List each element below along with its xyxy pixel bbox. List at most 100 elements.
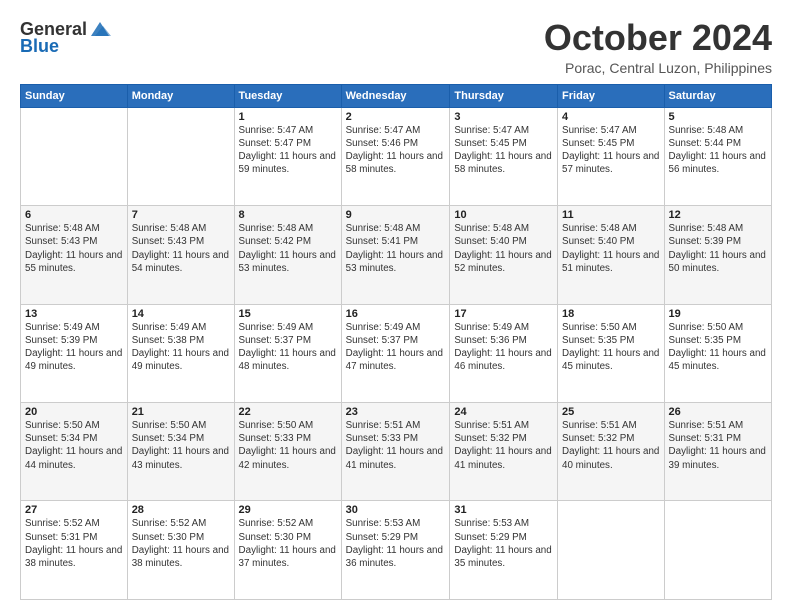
- day-info: Sunrise: 5:47 AM Sunset: 5:47 PM Dayligh…: [239, 124, 337, 177]
- logo-icon: [89, 18, 111, 40]
- day-cell: 24Sunrise: 5:51 AM Sunset: 5:32 PM Dayli…: [450, 403, 558, 501]
- day-info: Sunrise: 5:48 AM Sunset: 5:44 PM Dayligh…: [669, 124, 767, 177]
- day-cell: 13Sunrise: 5:49 AM Sunset: 5:39 PM Dayli…: [21, 304, 128, 402]
- header-cell-saturday: Saturday: [664, 84, 771, 107]
- day-number: 25: [562, 406, 660, 418]
- day-number: 2: [346, 111, 446, 123]
- day-number: 28: [132, 504, 230, 516]
- day-info: Sunrise: 5:50 AM Sunset: 5:35 PM Dayligh…: [562, 321, 660, 374]
- day-info: Sunrise: 5:51 AM Sunset: 5:33 PM Dayligh…: [346, 419, 446, 472]
- day-number: 15: [239, 308, 337, 320]
- day-info: Sunrise: 5:53 AM Sunset: 5:29 PM Dayligh…: [346, 517, 446, 570]
- day-info: Sunrise: 5:48 AM Sunset: 5:40 PM Dayligh…: [562, 222, 660, 275]
- day-cell: 15Sunrise: 5:49 AM Sunset: 5:37 PM Dayli…: [234, 304, 341, 402]
- title-block: October 2024 Porac, Central Luzon, Phili…: [544, 18, 772, 76]
- day-number: 22: [239, 406, 337, 418]
- day-info: Sunrise: 5:52 AM Sunset: 5:31 PM Dayligh…: [25, 517, 123, 570]
- month-title: October 2024: [544, 18, 772, 58]
- day-cell: [21, 107, 128, 205]
- logo-blue-text: Blue: [20, 36, 59, 57]
- day-number: 20: [25, 406, 123, 418]
- day-number: 8: [239, 209, 337, 221]
- day-number: 16: [346, 308, 446, 320]
- day-number: 4: [562, 111, 660, 123]
- day-cell: 26Sunrise: 5:51 AM Sunset: 5:31 PM Dayli…: [664, 403, 771, 501]
- day-cell: 8Sunrise: 5:48 AM Sunset: 5:42 PM Daylig…: [234, 206, 341, 304]
- day-cell: [127, 107, 234, 205]
- header-cell-tuesday: Tuesday: [234, 84, 341, 107]
- header-cell-sunday: Sunday: [21, 84, 128, 107]
- day-cell: 14Sunrise: 5:49 AM Sunset: 5:38 PM Dayli…: [127, 304, 234, 402]
- day-info: Sunrise: 5:48 AM Sunset: 5:42 PM Dayligh…: [239, 222, 337, 275]
- day-number: 18: [562, 308, 660, 320]
- day-info: Sunrise: 5:48 AM Sunset: 5:41 PM Dayligh…: [346, 222, 446, 275]
- day-number: 13: [25, 308, 123, 320]
- day-cell: 11Sunrise: 5:48 AM Sunset: 5:40 PM Dayli…: [558, 206, 665, 304]
- day-info: Sunrise: 5:51 AM Sunset: 5:32 PM Dayligh…: [454, 419, 553, 472]
- day-info: Sunrise: 5:50 AM Sunset: 5:33 PM Dayligh…: [239, 419, 337, 472]
- day-cell: 27Sunrise: 5:52 AM Sunset: 5:31 PM Dayli…: [21, 501, 128, 600]
- day-cell: 1Sunrise: 5:47 AM Sunset: 5:47 PM Daylig…: [234, 107, 341, 205]
- day-number: 19: [669, 308, 767, 320]
- day-info: Sunrise: 5:47 AM Sunset: 5:45 PM Dayligh…: [454, 124, 553, 177]
- day-cell: 16Sunrise: 5:49 AM Sunset: 5:37 PM Dayli…: [341, 304, 450, 402]
- header-cell-wednesday: Wednesday: [341, 84, 450, 107]
- day-cell: 18Sunrise: 5:50 AM Sunset: 5:35 PM Dayli…: [558, 304, 665, 402]
- day-number: 5: [669, 111, 767, 123]
- day-number: 17: [454, 308, 553, 320]
- day-number: 6: [25, 209, 123, 221]
- day-cell: [664, 501, 771, 600]
- logo: General Blue: [20, 18, 111, 57]
- day-cell: 21Sunrise: 5:50 AM Sunset: 5:34 PM Dayli…: [127, 403, 234, 501]
- day-cell: 3Sunrise: 5:47 AM Sunset: 5:45 PM Daylig…: [450, 107, 558, 205]
- day-number: 12: [669, 209, 767, 221]
- day-info: Sunrise: 5:49 AM Sunset: 5:36 PM Dayligh…: [454, 321, 553, 374]
- day-cell: 4Sunrise: 5:47 AM Sunset: 5:45 PM Daylig…: [558, 107, 665, 205]
- day-cell: 30Sunrise: 5:53 AM Sunset: 5:29 PM Dayli…: [341, 501, 450, 600]
- day-number: 21: [132, 406, 230, 418]
- day-cell: 23Sunrise: 5:51 AM Sunset: 5:33 PM Dayli…: [341, 403, 450, 501]
- day-number: 30: [346, 504, 446, 516]
- day-info: Sunrise: 5:52 AM Sunset: 5:30 PM Dayligh…: [132, 517, 230, 570]
- week-row: 1Sunrise: 5:47 AM Sunset: 5:47 PM Daylig…: [21, 107, 772, 205]
- day-info: Sunrise: 5:52 AM Sunset: 5:30 PM Dayligh…: [239, 517, 337, 570]
- day-cell: 20Sunrise: 5:50 AM Sunset: 5:34 PM Dayli…: [21, 403, 128, 501]
- day-info: Sunrise: 5:48 AM Sunset: 5:39 PM Dayligh…: [669, 222, 767, 275]
- day-number: 11: [562, 209, 660, 221]
- day-info: Sunrise: 5:49 AM Sunset: 5:37 PM Dayligh…: [346, 321, 446, 374]
- day-number: 10: [454, 209, 553, 221]
- day-info: Sunrise: 5:48 AM Sunset: 5:43 PM Dayligh…: [25, 222, 123, 275]
- week-row: 6Sunrise: 5:48 AM Sunset: 5:43 PM Daylig…: [21, 206, 772, 304]
- day-cell: 22Sunrise: 5:50 AM Sunset: 5:33 PM Dayli…: [234, 403, 341, 501]
- day-cell: 17Sunrise: 5:49 AM Sunset: 5:36 PM Dayli…: [450, 304, 558, 402]
- calendar-table: SundayMondayTuesdayWednesdayThursdayFrid…: [20, 84, 772, 600]
- day-info: Sunrise: 5:49 AM Sunset: 5:39 PM Dayligh…: [25, 321, 123, 374]
- page: General Blue October 2024 Porac, Central…: [0, 0, 792, 612]
- day-cell: 10Sunrise: 5:48 AM Sunset: 5:40 PM Dayli…: [450, 206, 558, 304]
- day-number: 23: [346, 406, 446, 418]
- day-number: 24: [454, 406, 553, 418]
- day-cell: 5Sunrise: 5:48 AM Sunset: 5:44 PM Daylig…: [664, 107, 771, 205]
- header: General Blue October 2024 Porac, Central…: [20, 18, 772, 76]
- day-number: 1: [239, 111, 337, 123]
- day-number: 26: [669, 406, 767, 418]
- day-info: Sunrise: 5:51 AM Sunset: 5:31 PM Dayligh…: [669, 419, 767, 472]
- day-info: Sunrise: 5:51 AM Sunset: 5:32 PM Dayligh…: [562, 419, 660, 472]
- day-info: Sunrise: 5:49 AM Sunset: 5:38 PM Dayligh…: [132, 321, 230, 374]
- day-cell: 28Sunrise: 5:52 AM Sunset: 5:30 PM Dayli…: [127, 501, 234, 600]
- day-info: Sunrise: 5:50 AM Sunset: 5:35 PM Dayligh…: [669, 321, 767, 374]
- day-cell: 12Sunrise: 5:48 AM Sunset: 5:39 PM Dayli…: [664, 206, 771, 304]
- location: Porac, Central Luzon, Philippines: [544, 60, 772, 76]
- day-cell: 7Sunrise: 5:48 AM Sunset: 5:43 PM Daylig…: [127, 206, 234, 304]
- week-row: 20Sunrise: 5:50 AM Sunset: 5:34 PM Dayli…: [21, 403, 772, 501]
- header-cell-thursday: Thursday: [450, 84, 558, 107]
- header-cell-monday: Monday: [127, 84, 234, 107]
- week-row: 27Sunrise: 5:52 AM Sunset: 5:31 PM Dayli…: [21, 501, 772, 600]
- day-number: 14: [132, 308, 230, 320]
- day-cell: 9Sunrise: 5:48 AM Sunset: 5:41 PM Daylig…: [341, 206, 450, 304]
- day-info: Sunrise: 5:50 AM Sunset: 5:34 PM Dayligh…: [25, 419, 123, 472]
- day-number: 3: [454, 111, 553, 123]
- header-row: SundayMondayTuesdayWednesdayThursdayFrid…: [21, 84, 772, 107]
- day-info: Sunrise: 5:48 AM Sunset: 5:43 PM Dayligh…: [132, 222, 230, 275]
- day-cell: 29Sunrise: 5:52 AM Sunset: 5:30 PM Dayli…: [234, 501, 341, 600]
